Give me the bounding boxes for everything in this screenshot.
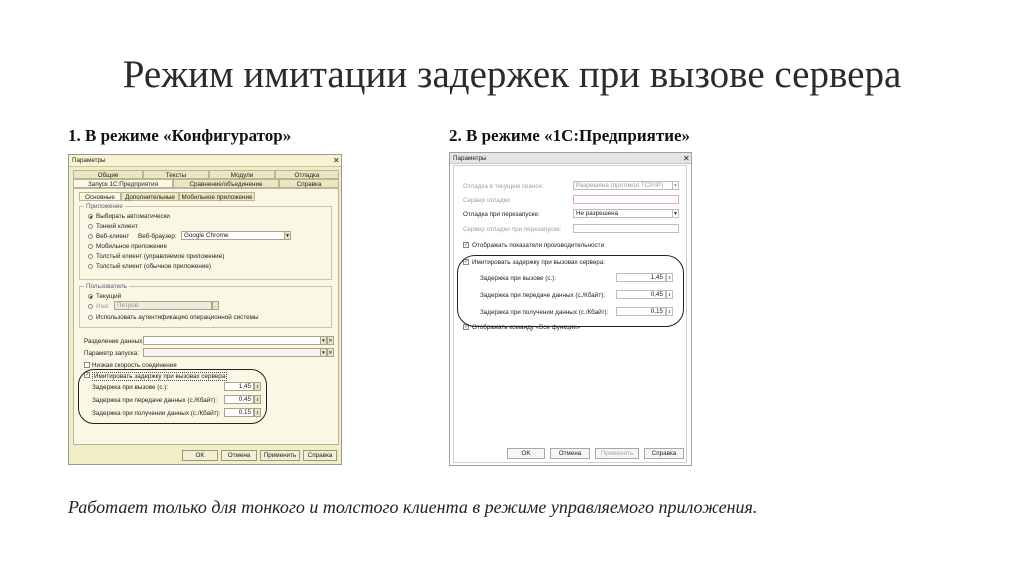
tab-help[interactable]: Справка xyxy=(279,179,339,188)
radio-os-auth-label: Использовать аутентификацию операционной… xyxy=(96,314,259,321)
chevron-down-icon[interactable]: ▼ xyxy=(672,181,679,190)
apply-button[interactable]: Применить xyxy=(260,450,300,461)
slide-title: Режим имитации задержек при вызове серве… xyxy=(122,53,902,96)
help-button[interactable]: Справка xyxy=(303,450,337,461)
separation-label: Разделение данных: xyxy=(84,338,145,345)
debug-server-label: Сервер отладки xyxy=(463,197,510,204)
dropdown-icon[interactable]: ▼ xyxy=(320,336,327,345)
application-group-label: Приложение xyxy=(84,203,125,210)
show-perf-checkbox[interactable]: ✓ xyxy=(463,242,469,248)
browser-label: Веб-браузер: xyxy=(138,233,177,240)
radio-mobile-app[interactable] xyxy=(88,244,93,249)
radio-current-user[interactable] xyxy=(88,294,93,299)
startup-param-label: Параметр запуска: xyxy=(84,350,139,357)
radio-auto-label: Выбирать автоматически xyxy=(96,213,170,220)
radio-web-client[interactable] xyxy=(88,234,93,239)
footer-note: Работает только для тонкого и толстого к… xyxy=(68,497,758,517)
chevron-down-icon[interactable]: ▼ xyxy=(672,209,679,218)
radio-auto[interactable] xyxy=(88,214,93,219)
startup-param-input[interactable] xyxy=(143,348,321,357)
subtab-mobile-app[interactable]: Мобильное приложение xyxy=(179,192,255,201)
tab-debug[interactable]: Отладка xyxy=(275,170,339,179)
user-name-label: Имя: xyxy=(96,303,111,310)
close-icon[interactable]: ✕ xyxy=(333,156,340,165)
ellipsis-icon[interactable]: … xyxy=(212,301,219,310)
clear-icon[interactable]: ✕ xyxy=(327,348,334,357)
radio-thin-client[interactable] xyxy=(88,224,93,229)
tab-texts[interactable]: Тексты xyxy=(143,170,209,179)
dialog-title: Параметры xyxy=(453,155,487,162)
separation-input[interactable] xyxy=(143,336,321,345)
highlight-ellipse xyxy=(457,255,684,327)
subtab-main[interactable]: Основные xyxy=(79,192,121,201)
radio-thick-ordinary[interactable] xyxy=(88,264,93,269)
radio-thin-client-label: Тонкий клиент xyxy=(96,223,138,230)
debug-session-label: Отладка в текущем сеансе: xyxy=(463,183,544,190)
debug-session-select[interactable]: Разрешена (протокол TCP/IP) xyxy=(573,181,673,190)
dialog-titlebar: Параметры ✕ xyxy=(69,155,341,167)
dialog-titlebar: Параметры ✕ xyxy=(450,153,691,164)
radio-current-user-label: Текущий xyxy=(96,293,122,300)
tab-modules[interactable]: Модули xyxy=(209,170,275,179)
close-icon[interactable]: ✕ xyxy=(683,154,690,163)
debug-server-restart-input[interactable] xyxy=(573,224,679,233)
user-group-label: Пользователь xyxy=(84,283,129,290)
cancel-button[interactable]: Отмена xyxy=(550,448,590,459)
configurator-parameters-dialog: Параметры ✕ Общие Тексты Модули Отладка … xyxy=(68,154,342,465)
debug-server-restart-label: Сервер отладки при перезапуске: xyxy=(463,226,562,233)
radio-user-name[interactable] xyxy=(88,304,93,309)
ok-button[interactable]: OK xyxy=(507,448,545,459)
debug-server-input[interactable] xyxy=(573,195,679,204)
highlight-ellipse xyxy=(78,369,267,424)
tab-compare-merge[interactable]: Сравнение/объединение xyxy=(173,179,279,188)
low-speed-label: Низкая скорость соединения xyxy=(92,362,177,369)
browser-select[interactable]: Google Chrome xyxy=(181,231,285,240)
dropdown-icon[interactable]: ▼ xyxy=(320,348,327,357)
radio-thick-managed[interactable] xyxy=(88,254,93,259)
dialog-title: Параметры xyxy=(72,157,106,164)
chevron-down-icon[interactable]: ▼ xyxy=(284,231,291,240)
tab-general[interactable]: Общие xyxy=(73,170,143,179)
debug-restart-label: Отладка при перезапуске: xyxy=(463,211,540,218)
radio-mobile-app-label: Мобильное приложение xyxy=(96,243,167,250)
clear-icon[interactable]: ✕ xyxy=(327,336,334,345)
radio-thick-ordinary-label: Толстый клиент (обычное приложение) xyxy=(96,263,212,270)
low-speed-checkbox[interactable] xyxy=(84,362,90,368)
debug-restart-select[interactable]: Не разрешена xyxy=(573,209,673,218)
subtab-additional[interactable]: Дополнительные xyxy=(121,192,179,201)
radio-thick-managed-label: Толстый клиент (управляемое приложение) xyxy=(96,253,225,260)
cancel-button[interactable]: Отмена xyxy=(221,450,257,461)
enterprise-parameters-dialog: Параметры ✕ Отладка в текущем сеансе: Ра… xyxy=(449,152,692,466)
user-name-input[interactable]: Петров xyxy=(114,301,212,310)
help-button[interactable]: Справка xyxy=(644,448,684,459)
tab-enterprise-launch[interactable]: Запуск 1С:Предприятия xyxy=(73,179,173,188)
show-perf-label: Отображать показатели производительности xyxy=(472,242,605,249)
subtitle-enterprise: 2. В режиме «1С:Предприятие» xyxy=(449,126,691,145)
subtitle-configurator: 1. В режиме «Конфигуратор» xyxy=(68,126,292,145)
ok-button[interactable]: OK xyxy=(182,450,218,461)
apply-button[interactable]: Применить xyxy=(595,448,639,459)
radio-web-client-label: Веб-клиент xyxy=(96,233,130,240)
radio-os-auth[interactable] xyxy=(88,315,93,320)
